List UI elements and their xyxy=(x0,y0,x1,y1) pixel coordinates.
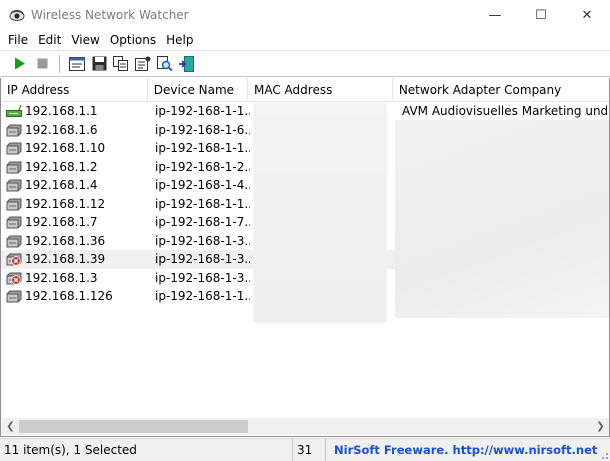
cell-device: ip-192-168-1-3.... xyxy=(155,252,250,266)
copy-button[interactable] xyxy=(110,53,132,75)
cell-ip: 192.168.1.10 xyxy=(1,139,149,158)
device-icon xyxy=(6,142,22,155)
save-button[interactable] xyxy=(88,53,110,75)
ip-text: 192.168.1.3 xyxy=(25,270,98,285)
ip-text: 192.168.1.2 xyxy=(25,159,98,174)
cell-ip: 192.168.1.6 xyxy=(1,121,149,140)
ip-text: 192.168.1.36 xyxy=(25,233,106,248)
ip-text: 192.168.1.12 xyxy=(25,196,106,211)
blurred-company-region xyxy=(395,120,609,318)
cell-ip: 192.168.1.12 xyxy=(1,195,149,214)
offline-computer-icon xyxy=(6,253,22,266)
stop-icon xyxy=(37,58,47,69)
play-icon xyxy=(15,57,25,70)
menu-bar: File Edit View Options Help xyxy=(0,30,610,50)
ip-text: 192.168.1.7 xyxy=(25,215,98,229)
ip-text: 192.168.1.4 xyxy=(25,178,98,192)
cell-device: ip-192-168-1-3.... xyxy=(155,233,250,248)
column-header-mac[interactable]: MAC Address xyxy=(248,78,393,102)
window-title: Wireless Network Watcher xyxy=(31,8,189,22)
resize-grip-icon[interactable] xyxy=(599,450,609,460)
cell-device: ip-192-168-1-1.... xyxy=(155,104,250,118)
cell-ip: 192.168.1.2 xyxy=(1,158,149,177)
column-header-device[interactable]: Device Name xyxy=(148,78,248,102)
status-bar: 11 item(s), 1 Selected 31 NirSoft Freewa… xyxy=(0,438,610,461)
menu-file[interactable]: File xyxy=(3,30,33,50)
minimize-button[interactable]: — xyxy=(472,0,518,30)
scroll-track[interactable] xyxy=(19,418,592,435)
cell-device: ip-192-168-1-1.... xyxy=(155,289,250,303)
cell-ip: 192.168.1.39 xyxy=(1,250,149,269)
cell-device: ip-192-168-1-3.... xyxy=(155,270,250,285)
html-report-button[interactable] xyxy=(66,53,88,75)
exit-door-icon xyxy=(179,55,194,72)
column-header-ip[interactable]: IP Address xyxy=(1,78,148,102)
menu-view[interactable]: View xyxy=(66,30,104,50)
copy-icon xyxy=(113,56,128,71)
blurred-mac-region xyxy=(253,103,387,323)
toolbar-separator xyxy=(59,54,60,73)
stop-scan-button[interactable] xyxy=(31,53,53,75)
ip-text: 192.168.1.10 xyxy=(25,141,106,155)
exit-button[interactable] xyxy=(176,53,198,75)
ip-text: 192.168.1.39 xyxy=(25,252,106,266)
menu-help[interactable]: Help xyxy=(161,30,198,50)
list-header: IP Address Device Name MAC Address Netwo… xyxy=(1,78,609,102)
cell-ip: 192.168.1.7 xyxy=(1,213,149,232)
device-icon xyxy=(6,235,22,248)
cell-ip: 192.168.1.3 xyxy=(1,269,149,288)
cell-device: ip-192-168-1-4.... xyxy=(155,178,250,192)
cell-ip: 192.168.1.126 xyxy=(1,287,149,306)
status-count: 31 xyxy=(293,438,326,461)
start-scan-button[interactable] xyxy=(9,53,31,75)
cell-ip: 192.168.1.1 xyxy=(1,102,149,121)
find-button[interactable] xyxy=(154,53,176,75)
horizontal-scrollbar[interactable]: ❮ ❯ xyxy=(2,418,609,435)
menu-options[interactable]: Options xyxy=(105,30,161,50)
ip-text: 192.168.1.6 xyxy=(25,122,98,137)
cell-company: AVM Audiovisuelles Marketing und Com xyxy=(402,104,609,118)
scroll-thumb[interactable] xyxy=(19,420,249,433)
device-icon xyxy=(6,179,22,192)
status-item-count: 11 item(s), 1 Selected xyxy=(0,438,293,461)
maximize-button[interactable]: ☐ xyxy=(518,0,564,30)
cell-ip: 192.168.1.4 xyxy=(1,176,149,195)
cell-device: ip-192-168-1-6.... xyxy=(155,122,250,137)
floppy-disk-icon xyxy=(92,56,106,71)
column-header-company[interactable]: Network Adapter Company xyxy=(393,78,609,102)
device-list[interactable]: IP Address Device Name MAC Address Netwo… xyxy=(0,78,610,437)
offline-device-icon xyxy=(6,272,22,285)
toolbar xyxy=(0,50,610,77)
router-icon xyxy=(6,105,22,118)
device-icon xyxy=(6,161,22,174)
properties-button[interactable] xyxy=(132,53,154,75)
scroll-left-arrow[interactable]: ❮ xyxy=(2,418,19,435)
find-magnifier-icon xyxy=(157,56,173,71)
device-icon xyxy=(6,198,22,211)
ip-text: 192.168.1.126 xyxy=(25,289,113,303)
device-icon xyxy=(6,290,22,303)
title-bar: Wireless Network Watcher — ☐ ✕ xyxy=(0,0,610,30)
menu-edit[interactable]: Edit xyxy=(33,30,66,50)
report-window-icon xyxy=(69,56,85,71)
ip-text: 192.168.1.1 xyxy=(25,104,98,118)
properties-icon xyxy=(135,56,151,71)
cell-device: ip-192-168-1-7.... xyxy=(155,215,250,229)
cell-ip: 192.168.1.36 xyxy=(1,232,149,251)
device-icon xyxy=(6,124,22,137)
cell-device: ip-192-168-1-1.... xyxy=(155,141,250,155)
cell-device: ip-192-168-1-1.... xyxy=(155,196,250,211)
scroll-right-arrow[interactable]: ❯ xyxy=(592,418,609,435)
nirsoft-link[interactable]: NirSoft Freeware. http://www.nirsoft.net xyxy=(326,439,610,461)
app-eye-icon xyxy=(9,9,25,21)
close-button[interactable]: ✕ xyxy=(564,0,610,30)
device-icon xyxy=(6,216,22,229)
cell-device: ip-192-168-1-2.... xyxy=(155,159,250,174)
